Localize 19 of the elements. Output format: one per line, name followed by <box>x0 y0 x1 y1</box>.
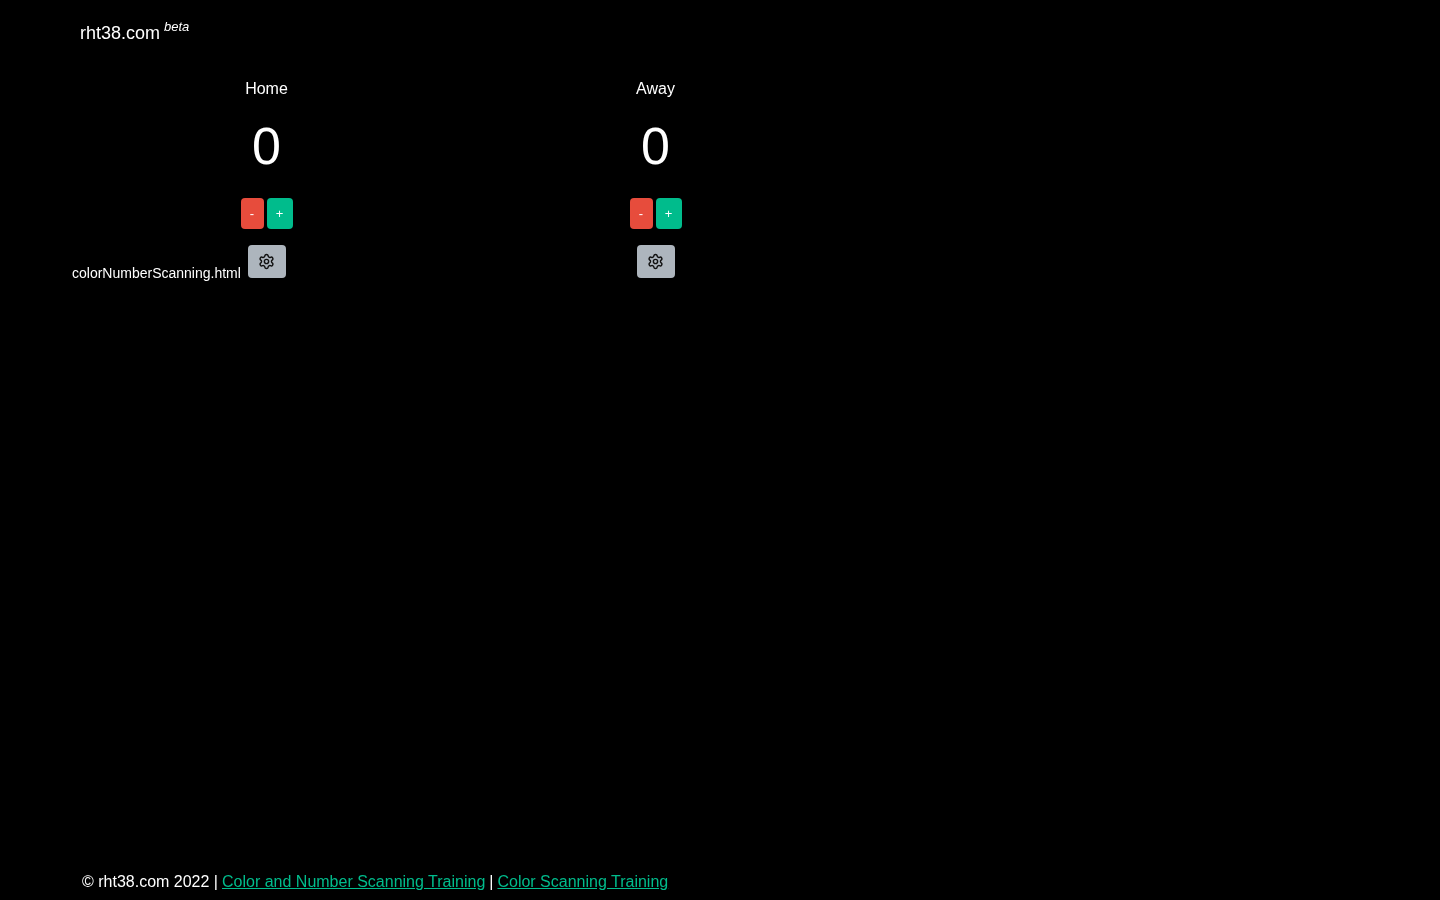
site-name: rht38.com <box>80 22 161 45</box>
decrement-button[interactable]: - <box>629 198 653 229</box>
team-name: Home <box>245 79 288 99</box>
increment-button[interactable]: + <box>655 198 682 229</box>
footer-text: © rht38.com 2022 | <box>82 872 218 892</box>
increment-button[interactable]: + <box>266 198 293 229</box>
team-name: Away <box>636 79 675 99</box>
settings-button[interactable] <box>636 245 675 278</box>
score-value: 0 <box>252 116 281 176</box>
beta-tag: beta <box>164 18 190 36</box>
settings-button[interactable] <box>247 245 286 278</box>
settings-icon <box>258 253 275 270</box>
image-alt-text: colorNumberScanning.html <box>72 264 241 282</box>
footer-link[interactable]: Color Scanning Training <box>497 870 669 894</box>
score-value: 0 <box>641 116 670 176</box>
settings-icon <box>647 253 664 270</box>
decrement-button[interactable]: - <box>240 198 264 229</box>
footer-link[interactable]: Color and Number Scanning Training <box>222 870 486 894</box>
footer-text: | <box>489 872 494 892</box>
